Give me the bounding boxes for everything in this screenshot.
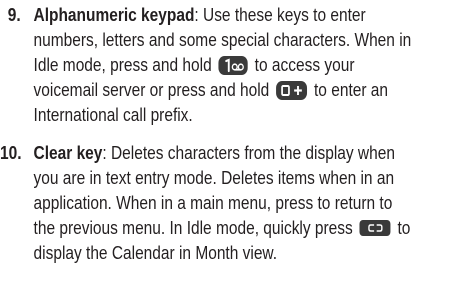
text-line: application. When in a main menu, press … [33,193,393,213]
text-segment: voicemail server or press and hold [33,80,274,100]
text-segment: to [393,218,411,238]
text-line: International call prefix. [33,105,193,125]
key-0-plus-icon [276,81,308,100]
text-line: the previous menu. In Idle mode, quickly… [34,216,464,241]
clear-key-glyph [368,224,383,232]
key-0-plus-glyph [281,85,302,96]
text-line: you are in text entry mode. Deletes item… [33,168,395,188]
manual-page: 9. Alphanumeric keypad: Use these keys t… [0,0,473,293]
text-line: Idle mode, press and hold to access your [34,53,464,78]
key-1-voicemail-icon [218,56,248,75]
text-segment: to access your [250,55,355,75]
text-line: display the Calendar in Month view. [33,243,278,263]
key-1-voicemail-glyph [225,58,245,73]
text-line: numbers, letters and some special charac… [33,30,412,50]
clear-key-icon [359,220,391,236]
item-term: Alphanumeric keypad [33,5,195,25]
text-segment: : Deletes characters from the display wh… [102,143,395,163]
text-segment: Idle mode, press and hold [33,55,216,75]
item-body: Clear key: Deletes characters from the d… [34,141,464,266]
text-line: Alphanumeric keypad: Use these keys to e… [34,3,464,28]
text-segment: to enter an [309,80,389,100]
text-segment: the previous menu. In Idle mode, quickly… [33,218,358,238]
item-term: Clear key [33,143,103,163]
text-segment: : Use these keys to enter [194,5,366,25]
item-body: Alphanumeric keypad: Use these keys to e… [34,3,464,128]
text-line: Clear key: Deletes characters from the d… [34,141,464,166]
text-line: voicemail server or press and hold to en… [34,78,464,103]
item-number: 10. [0,143,22,163]
item-number: 9. [7,5,21,25]
